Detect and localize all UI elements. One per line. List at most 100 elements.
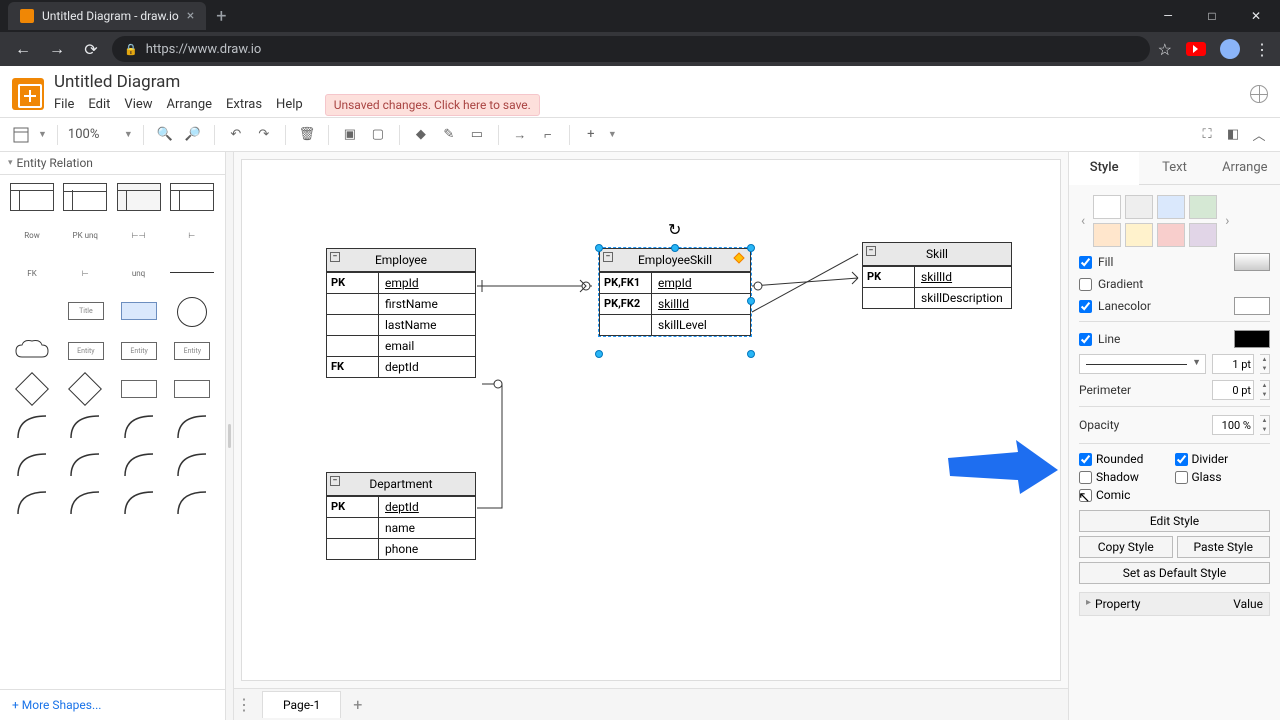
shape-conn-7[interactable] — [117, 451, 161, 479]
maximize-button[interactable]: □ — [1192, 2, 1232, 30]
shape-note-2[interactable] — [174, 380, 210, 398]
format-panel-icon[interactable]: ◧ — [1222, 124, 1244, 146]
view-grid-icon[interactable] — [10, 124, 32, 146]
back-button[interactable]: ← — [10, 39, 36, 59]
selection-handle[interactable] — [671, 244, 679, 252]
shape-cloud[interactable] — [10, 337, 54, 365]
reload-button[interactable]: ⟳ — [78, 40, 104, 59]
shape-relation-1[interactable] — [10, 375, 54, 403]
glass-checkbox[interactable] — [1175, 471, 1188, 484]
opacity-spinner[interactable]: ▲▼ — [1260, 415, 1270, 435]
shape-conn-11[interactable] — [117, 489, 161, 517]
set-default-style-button[interactable]: Set as Default Style — [1079, 562, 1270, 584]
comic-checkbox[interactable] — [1079, 489, 1092, 502]
shape-row-3[interactable]: ⊢⊣ — [117, 221, 161, 249]
to-back-icon[interactable]: ▢ — [367, 124, 389, 146]
perimeter-spinner[interactable]: ▲▼ — [1260, 380, 1270, 400]
shape-row-6[interactable]: ⊢ — [63, 259, 107, 287]
add-page-button[interactable]: + — [341, 695, 374, 714]
selection-handle[interactable] — [747, 350, 755, 358]
swatch-prev-icon[interactable]: ‹ — [1079, 213, 1087, 229]
shadow-checkbox[interactable] — [1079, 471, 1092, 484]
shape-table-header[interactable] — [63, 183, 107, 211]
swatch[interactable] — [1189, 223, 1217, 247]
shape-attribute[interactable] — [177, 297, 207, 327]
entity-employee-skill[interactable]: −EmployeeSkill PK,FK1empId PK,FK2skillId… — [599, 248, 751, 336]
swatch[interactable] — [1157, 223, 1185, 247]
line-style-select[interactable] — [1079, 354, 1206, 374]
edit-style-button[interactable]: Edit Style — [1079, 510, 1270, 532]
shape-conn-8[interactable] — [170, 451, 214, 479]
collapse-icon[interactable]: − — [866, 246, 876, 256]
zoom-in-icon[interactable]: 🔍 — [154, 124, 176, 146]
page-tab-1[interactable]: Page-1 — [262, 691, 341, 718]
menu-view[interactable]: View — [124, 97, 152, 112]
line-color-icon[interactable]: ✎ — [438, 124, 460, 146]
tab-style[interactable]: Style — [1069, 152, 1139, 185]
swatch[interactable] — [1125, 223, 1153, 247]
selection-handle[interactable] — [595, 244, 603, 252]
unsaved-notice[interactable]: Unsaved changes. Click here to save. — [325, 94, 540, 116]
shape-row-7[interactable]: unq — [117, 259, 161, 287]
shape-row-2[interactable]: PK unq — [63, 221, 107, 249]
document-title[interactable]: Untitled Diagram — [54, 72, 540, 92]
shape-row-4[interactable]: ⊢ — [170, 221, 214, 249]
language-icon[interactable] — [1250, 85, 1268, 103]
shape-line[interactable] — [170, 272, 214, 274]
waypoint-icon[interactable]: ⌐ — [537, 124, 559, 146]
shape-conn-1[interactable] — [10, 413, 54, 441]
minimize-button[interactable]: — — [1148, 2, 1188, 30]
lanecolor-button[interactable] — [1234, 297, 1270, 315]
profile-avatar[interactable] — [1220, 39, 1240, 59]
close-tab-icon[interactable]: × — [187, 8, 194, 24]
opacity-input[interactable] — [1212, 415, 1254, 435]
swatch[interactable] — [1157, 195, 1185, 219]
rounded-checkbox[interactable] — [1079, 453, 1092, 466]
shape-conn-12[interactable] — [170, 489, 214, 517]
shape-conn-4[interactable] — [170, 413, 214, 441]
new-tab-button[interactable]: + — [206, 6, 236, 27]
close-window-button[interactable]: ✕ — [1236, 2, 1276, 30]
shape-conn-5[interactable] — [10, 451, 54, 479]
swatch[interactable] — [1093, 223, 1121, 247]
shape-relation-2[interactable] — [63, 375, 107, 403]
shadow-icon[interactable]: ▭ — [466, 124, 488, 146]
perimeter-input[interactable] — [1212, 380, 1254, 400]
shape-entity-3[interactable]: Entity — [174, 342, 210, 360]
lanecolor-checkbox[interactable] — [1079, 300, 1092, 313]
delete-icon[interactable]: 🗑 — [296, 124, 318, 146]
fill-checkbox[interactable] — [1079, 256, 1092, 269]
menu-arrange[interactable]: Arrange — [167, 97, 212, 112]
youtube-icon[interactable] — [1186, 42, 1206, 56]
property-header[interactable]: Property Value — [1079, 592, 1270, 616]
bookmark-icon[interactable]: ☆ — [1158, 40, 1172, 59]
browser-menu-icon[interactable]: ⋮ — [1254, 40, 1270, 59]
shape-row-5[interactable]: FK — [10, 259, 54, 287]
menu-file[interactable]: File — [54, 97, 74, 112]
fill-color-icon[interactable]: ◆ — [410, 124, 432, 146]
shape-table-3[interactable] — [117, 183, 161, 211]
page-menu-icon[interactable]: ⋮ — [234, 695, 254, 714]
shape-table[interactable] — [10, 183, 54, 211]
menu-edit[interactable]: Edit — [88, 97, 110, 112]
divider-checkbox[interactable] — [1175, 453, 1188, 466]
undo-icon[interactable]: ↶ — [225, 124, 247, 146]
collapse-icon[interactable]: − — [330, 252, 340, 262]
fill-color-button[interactable] — [1234, 253, 1270, 271]
copy-style-button[interactable]: Copy Style — [1079, 536, 1173, 558]
shape-conn-3[interactable] — [117, 413, 161, 441]
line-width-input[interactable] — [1212, 354, 1254, 374]
shape-conn-9[interactable] — [10, 489, 54, 517]
zoom-out-icon[interactable]: 🔎 — [182, 124, 204, 146]
insert-icon[interactable]: + — [580, 124, 602, 146]
swatch[interactable] — [1189, 195, 1217, 219]
tab-arrange[interactable]: Arrange — [1210, 152, 1280, 184]
entity-employee[interactable]: −Employee PKempId firstName lastName ema… — [326, 248, 476, 378]
shape-title-blue[interactable] — [121, 302, 157, 320]
to-front-icon[interactable]: ▣ — [339, 124, 361, 146]
line-width-spinner[interactable]: ▲▼ — [1260, 354, 1270, 374]
rotate-icon[interactable]: ↻ — [668, 220, 682, 234]
more-shapes-button[interactable]: + More Shapes... — [0, 689, 225, 720]
shape-entity-2[interactable]: Entity — [121, 342, 157, 360]
gradient-checkbox[interactable] — [1079, 278, 1092, 291]
